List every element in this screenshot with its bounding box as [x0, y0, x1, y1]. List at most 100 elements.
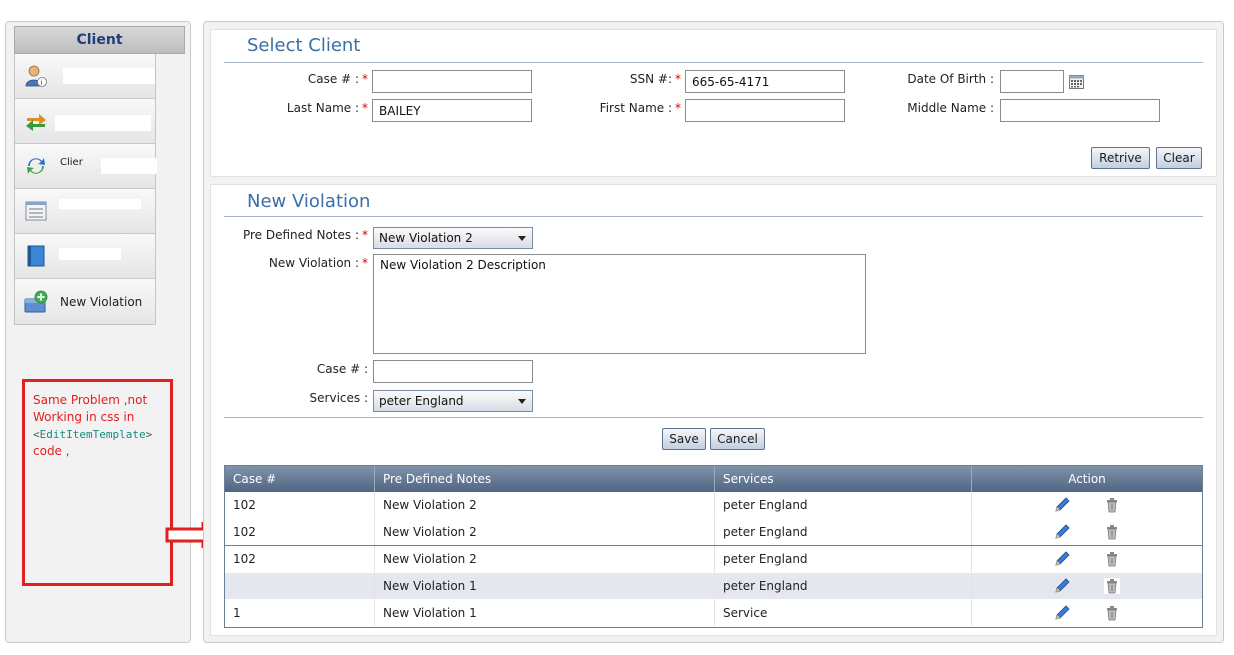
- cell-notes: New Violation 1: [375, 573, 715, 599]
- edit-pencil-icon[interactable]: [1054, 578, 1070, 594]
- annotation-code: <EditItemTemplate>: [33, 426, 168, 443]
- services-dropdown[interactable]: peter England: [373, 390, 533, 412]
- edit-pencil-icon[interactable]: [1054, 551, 1070, 567]
- new-violation-textarea[interactable]: New Violation 2 Description: [373, 254, 866, 354]
- last-name-input[interactable]: [372, 99, 532, 122]
- redaction-mark: [59, 199, 141, 209]
- sidebar-item-user-info[interactable]: i: [15, 54, 155, 99]
- table-row[interactable]: 1 New Violation 1 Service: [225, 600, 1202, 627]
- select-client-title: Select Client: [247, 35, 361, 56]
- required-mark: *: [362, 101, 368, 115]
- dob-input[interactable]: [1000, 70, 1064, 93]
- cell-case: 102: [225, 519, 375, 545]
- cell-services: peter England: [715, 519, 972, 545]
- svg-text:i: i: [41, 79, 43, 87]
- sidebar-item-activity[interactable]: [15, 189, 155, 234]
- delete-trash-icon[interactable]: [1104, 524, 1120, 540]
- delete-trash-icon[interactable]: [1104, 605, 1120, 621]
- cell-case: 102: [225, 492, 375, 518]
- new-violation-label: New Violation : *: [230, 256, 368, 270]
- case-number-input[interactable]: [372, 70, 532, 93]
- predefined-notes-dropdown[interactable]: New Violation 2: [373, 227, 533, 249]
- retrive-button[interactable]: Retrive: [1091, 147, 1150, 169]
- table-row[interactable]: 102 New Violation 2 peter England: [225, 492, 1202, 519]
- sidebar-header: Client: [14, 26, 185, 54]
- notebook-icon: [27, 245, 45, 267]
- edit-pencil-icon[interactable]: [1054, 497, 1070, 513]
- new-violation-divider: [224, 216, 1203, 217]
- activity-list-icon: [25, 201, 47, 221]
- transfer-icon: [26, 114, 46, 131]
- cell-services: Service: [715, 600, 972, 626]
- sidebar-list: i Clier New Violation: [14, 54, 157, 325]
- redaction-mark: [101, 158, 157, 174]
- middle-name-input[interactable]: [1000, 99, 1160, 122]
- cell-action: [972, 573, 1202, 599]
- table-row[interactable]: New Violation 1 peter England: [225, 573, 1202, 600]
- cell-notes: New Violation 1: [375, 600, 715, 626]
- case-label: Case # : *: [250, 72, 368, 86]
- cell-notes: New Violation 2: [375, 546, 715, 572]
- cell-action: [972, 546, 1202, 572]
- cell-services: peter England: [715, 492, 972, 518]
- annotation-line-2: code ,: [33, 444, 70, 458]
- calendar-icon[interactable]: [1069, 75, 1084, 89]
- chevron-down-icon: [518, 399, 526, 404]
- middle-name-label: Middle Name :: [907, 101, 994, 115]
- sidebar-item-label: Clier: [60, 156, 83, 168]
- last-name-label: Last Name : *: [250, 101, 368, 115]
- cell-services: peter England: [715, 546, 972, 572]
- case-label-text: Case # :: [307, 72, 359, 86]
- cell-case: 102: [225, 546, 375, 572]
- services-value: peter England: [379, 394, 464, 408]
- annotation-code-open: <: [33, 428, 40, 441]
- column-header-case[interactable]: Case #: [225, 466, 375, 492]
- redaction-mark: [55, 115, 151, 131]
- new-violation-title: New Violation: [247, 191, 371, 212]
- annotation-code-close: >: [145, 428, 153, 441]
- sidebar-item-new-violation[interactable]: New Violation: [15, 279, 155, 324]
- chevron-down-icon: [518, 236, 526, 241]
- violations-grid: Case # Pre Defined Notes Services Action…: [224, 465, 1203, 628]
- column-header-notes[interactable]: Pre Defined Notes: [375, 466, 715, 492]
- new-violation-icon: [24, 290, 48, 312]
- cancel-button[interactable]: Cancel: [710, 428, 765, 450]
- table-row[interactable]: 102 New Violation 2 peter England: [225, 546, 1202, 573]
- sidebar-item-transfer[interactable]: [15, 99, 155, 144]
- edit-pencil-icon[interactable]: [1054, 605, 1070, 621]
- annotation-code-tag: EditItemTemplate: [39, 428, 146, 441]
- save-button[interactable]: Save: [662, 428, 706, 450]
- sidebar-item-refresh[interactable]: Clier: [15, 144, 157, 189]
- user-info-icon: i: [25, 65, 47, 87]
- column-header-services[interactable]: Services: [715, 466, 972, 492]
- table-row[interactable]: 102 New Violation 2 peter England: [225, 519, 1202, 546]
- ssn-input[interactable]: [685, 70, 845, 93]
- delete-trash-icon[interactable]: [1104, 497, 1120, 513]
- required-mark: *: [362, 72, 368, 86]
- annotation-line-1: Same Problem ,not Working in css in: [33, 393, 148, 424]
- first-name-input[interactable]: [685, 99, 845, 122]
- ssn-label-text: SSN #:: [629, 72, 672, 86]
- required-mark: *: [362, 228, 368, 242]
- new-violation-label-text: New Violation :: [268, 256, 359, 270]
- clear-button[interactable]: Clear: [1156, 147, 1202, 169]
- redaction-mark: [63, 68, 155, 84]
- last-name-label-text: Last Name :: [286, 101, 359, 115]
- required-mark: *: [362, 256, 368, 270]
- cell-notes: New Violation 2: [375, 492, 715, 518]
- delete-trash-icon[interactable]: [1104, 578, 1120, 594]
- sidebar-item-notes[interactable]: [15, 234, 155, 279]
- first-name-label-text: First Name :: [599, 101, 672, 115]
- delete-trash-icon[interactable]: [1104, 551, 1120, 567]
- column-header-action: Action: [1068, 472, 1106, 486]
- form-divider: [224, 417, 1203, 418]
- required-mark: *: [675, 101, 681, 115]
- edit-pencil-icon[interactable]: [1054, 524, 1070, 540]
- cell-case: 1: [225, 600, 375, 626]
- ssn-label: SSN #: *: [560, 72, 681, 86]
- cell-services: peter England: [715, 573, 972, 599]
- dob-label: Date Of Birth :: [907, 72, 994, 86]
- redaction-mark: [59, 248, 121, 260]
- cell-action: [972, 519, 1202, 545]
- nv-case-input[interactable]: [373, 360, 533, 383]
